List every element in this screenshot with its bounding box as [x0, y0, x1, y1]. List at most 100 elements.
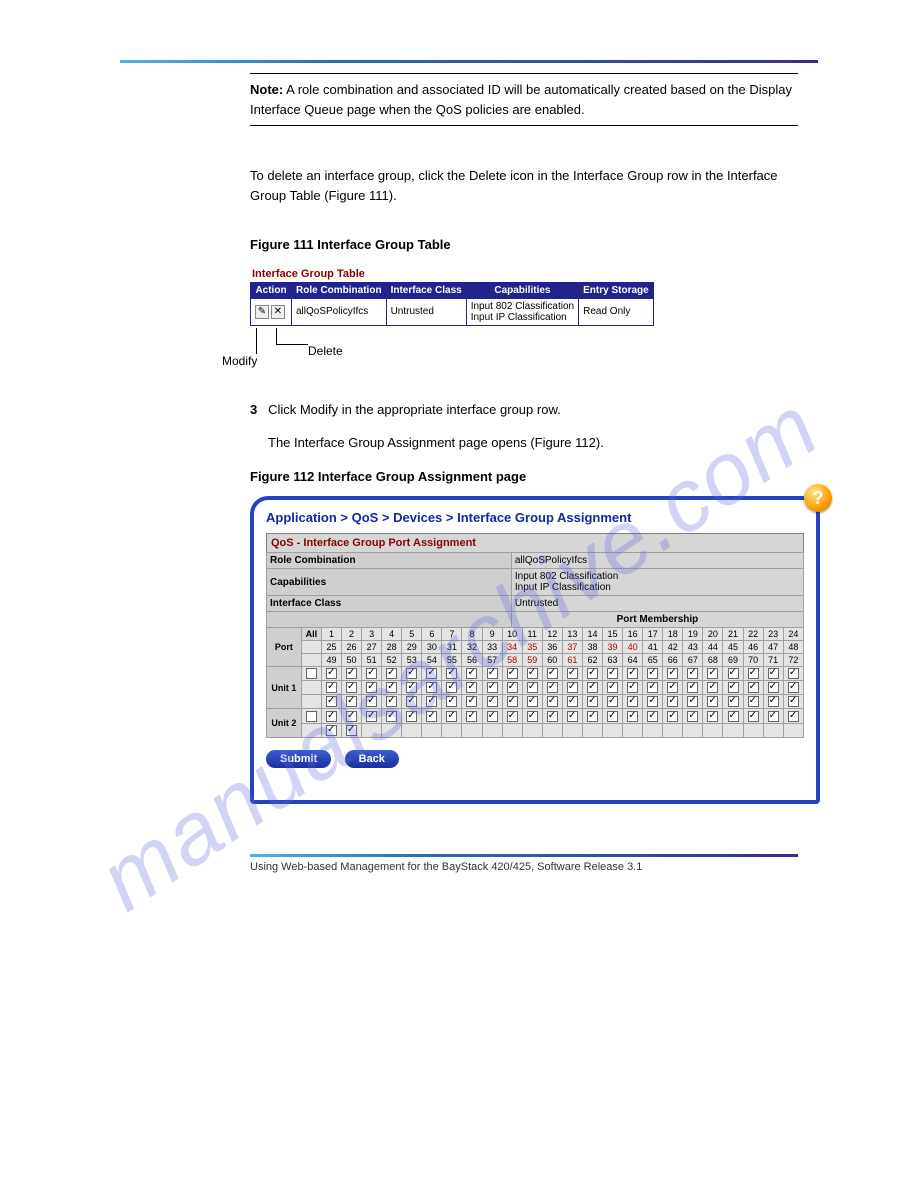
port-checkbox[interactable]	[446, 682, 457, 693]
port-checkbox[interactable]	[547, 682, 558, 693]
port-checkbox[interactable]	[547, 696, 558, 707]
port-checkbox[interactable]	[507, 711, 518, 722]
port-checkbox[interactable]	[707, 668, 718, 679]
port-checkbox[interactable]	[406, 711, 417, 722]
port-checkbox[interactable]	[728, 668, 739, 679]
port-checkbox[interactable]	[667, 711, 678, 722]
port-checkbox[interactable]	[346, 682, 357, 693]
port-checkbox[interactable]	[607, 711, 618, 722]
port-checkbox[interactable]	[748, 668, 759, 679]
port-checkbox[interactable]	[346, 725, 357, 736]
port-checkbox[interactable]	[728, 682, 739, 693]
port-checkbox[interactable]	[768, 668, 779, 679]
port-checkbox[interactable]	[707, 711, 718, 722]
port-checkbox[interactable]	[366, 711, 377, 722]
port-checkbox[interactable]	[647, 711, 658, 722]
port-checkbox[interactable]	[346, 711, 357, 722]
unit-all-checkbox[interactable]	[306, 668, 317, 679]
port-checkbox[interactable]	[346, 668, 357, 679]
port-checkbox[interactable]	[788, 696, 799, 707]
port-checkbox[interactable]	[667, 696, 678, 707]
port-checkbox[interactable]	[426, 711, 437, 722]
port-checkbox[interactable]	[567, 668, 578, 679]
port-checkbox[interactable]	[567, 682, 578, 693]
port-checkbox[interactable]	[507, 696, 518, 707]
port-checkbox[interactable]	[687, 668, 698, 679]
port-checkbox[interactable]	[527, 668, 538, 679]
port-checkbox[interactable]	[487, 711, 498, 722]
modify-icon[interactable]: ✎	[255, 305, 269, 319]
port-checkbox[interactable]	[707, 696, 718, 707]
back-button[interactable]: Back	[345, 750, 399, 768]
port-checkbox[interactable]	[426, 668, 437, 679]
port-checkbox[interactable]	[466, 668, 477, 679]
port-checkbox[interactable]	[487, 682, 498, 693]
port-checkbox[interactable]	[687, 711, 698, 722]
port-checkbox[interactable]	[326, 668, 337, 679]
port-checkbox[interactable]	[346, 696, 357, 707]
port-checkbox[interactable]	[326, 725, 337, 736]
port-checkbox[interactable]	[667, 682, 678, 693]
port-checkbox[interactable]	[366, 696, 377, 707]
port-checkbox[interactable]	[667, 668, 678, 679]
port-checkbox[interactable]	[748, 711, 759, 722]
port-checkbox[interactable]	[426, 682, 437, 693]
port-checkbox[interactable]	[788, 668, 799, 679]
port-checkbox[interactable]	[607, 696, 618, 707]
port-checkbox[interactable]	[406, 682, 417, 693]
port-checkbox[interactable]	[788, 711, 799, 722]
port-checkbox[interactable]	[547, 668, 558, 679]
port-checkbox[interactable]	[386, 682, 397, 693]
port-checkbox[interactable]	[647, 682, 658, 693]
port-checkbox[interactable]	[466, 682, 477, 693]
port-checkbox[interactable]	[728, 711, 739, 722]
port-checkbox[interactable]	[406, 668, 417, 679]
port-checkbox[interactable]	[587, 668, 598, 679]
port-checkbox[interactable]	[627, 711, 638, 722]
port-checkbox[interactable]	[386, 696, 397, 707]
port-checkbox[interactable]	[547, 711, 558, 722]
port-checkbox[interactable]	[386, 711, 397, 722]
port-checkbox[interactable]	[326, 682, 337, 693]
port-checkbox[interactable]	[707, 682, 718, 693]
port-checkbox[interactable]	[687, 696, 698, 707]
port-checkbox[interactable]	[788, 682, 799, 693]
port-checkbox[interactable]	[587, 682, 598, 693]
port-checkbox[interactable]	[687, 682, 698, 693]
port-checkbox[interactable]	[487, 696, 498, 707]
port-checkbox[interactable]	[507, 682, 518, 693]
port-checkbox[interactable]	[768, 696, 779, 707]
help-icon[interactable]: ?	[804, 484, 832, 512]
port-checkbox[interactable]	[466, 711, 477, 722]
port-checkbox[interactable]	[426, 696, 437, 707]
port-checkbox[interactable]	[446, 696, 457, 707]
port-checkbox[interactable]	[487, 668, 498, 679]
port-checkbox[interactable]	[326, 711, 337, 722]
unit-all-checkbox[interactable]	[306, 711, 317, 722]
port-checkbox[interactable]	[507, 668, 518, 679]
port-checkbox[interactable]	[527, 682, 538, 693]
port-checkbox[interactable]	[326, 696, 337, 707]
port-checkbox[interactable]	[647, 696, 658, 707]
port-checkbox[interactable]	[627, 668, 638, 679]
port-checkbox[interactable]	[366, 682, 377, 693]
port-checkbox[interactable]	[728, 696, 739, 707]
port-checkbox[interactable]	[527, 711, 538, 722]
port-checkbox[interactable]	[386, 668, 397, 679]
port-checkbox[interactable]	[567, 711, 578, 722]
port-checkbox[interactable]	[406, 696, 417, 707]
port-checkbox[interactable]	[567, 696, 578, 707]
submit-button[interactable]: Submit	[266, 750, 331, 768]
port-checkbox[interactable]	[607, 682, 618, 693]
port-checkbox[interactable]	[446, 668, 457, 679]
port-checkbox[interactable]	[748, 696, 759, 707]
port-checkbox[interactable]	[527, 696, 538, 707]
port-checkbox[interactable]	[647, 668, 658, 679]
port-checkbox[interactable]	[627, 696, 638, 707]
delete-icon[interactable]: ✕	[271, 305, 285, 319]
port-checkbox[interactable]	[587, 711, 598, 722]
port-checkbox[interactable]	[748, 682, 759, 693]
port-checkbox[interactable]	[627, 682, 638, 693]
port-checkbox[interactable]	[768, 711, 779, 722]
port-checkbox[interactable]	[607, 668, 618, 679]
